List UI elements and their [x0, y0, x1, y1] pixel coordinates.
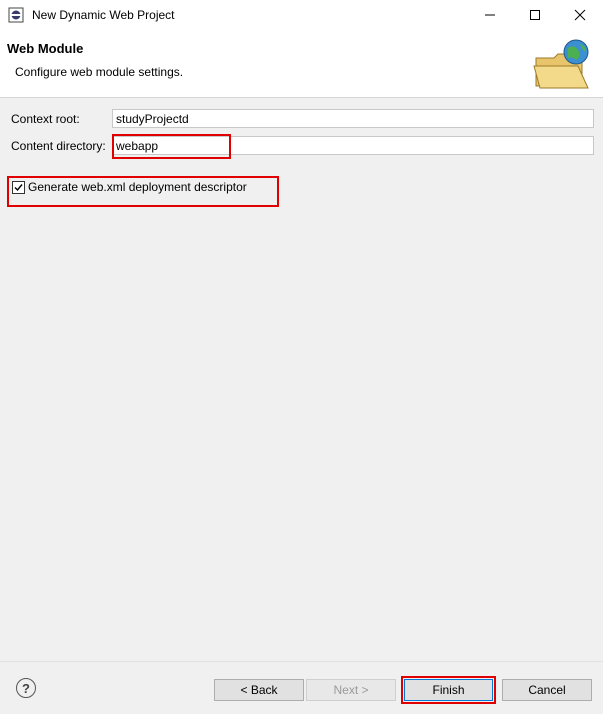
context-root-label: Context root:: [11, 112, 80, 126]
maximize-button[interactable]: [512, 0, 558, 30]
context-root-input[interactable]: [112, 109, 594, 128]
page-title: Web Module: [7, 41, 84, 56]
footer-separator: [0, 661, 603, 662]
minimize-icon: [485, 14, 495, 16]
page-description: Configure web module settings.: [15, 65, 184, 79]
help-icon: ?: [22, 680, 30, 696]
maximize-icon: [530, 10, 540, 20]
wizard-header: Web Module Configure web module settings…: [0, 30, 603, 98]
title-bar: New Dynamic Web Project: [0, 0, 603, 30]
generate-descriptor-highlight: [7, 176, 279, 207]
content-directory-highlight: [112, 134, 231, 159]
next-button[interactable]: Next >: [306, 679, 396, 701]
web-project-folder-icon: [533, 39, 589, 89]
cancel-button[interactable]: Cancel: [502, 679, 592, 701]
minimize-button[interactable]: [467, 0, 513, 30]
back-button[interactable]: < Back: [214, 679, 304, 701]
window-title: New Dynamic Web Project: [32, 8, 175, 22]
close-icon: [574, 9, 586, 21]
close-button[interactable]: [557, 0, 603, 30]
content-directory-label: Content directory:: [11, 139, 106, 153]
help-button[interactable]: ?: [16, 678, 36, 698]
finish-highlight: [401, 676, 496, 704]
eclipse-app-icon: [8, 7, 24, 23]
